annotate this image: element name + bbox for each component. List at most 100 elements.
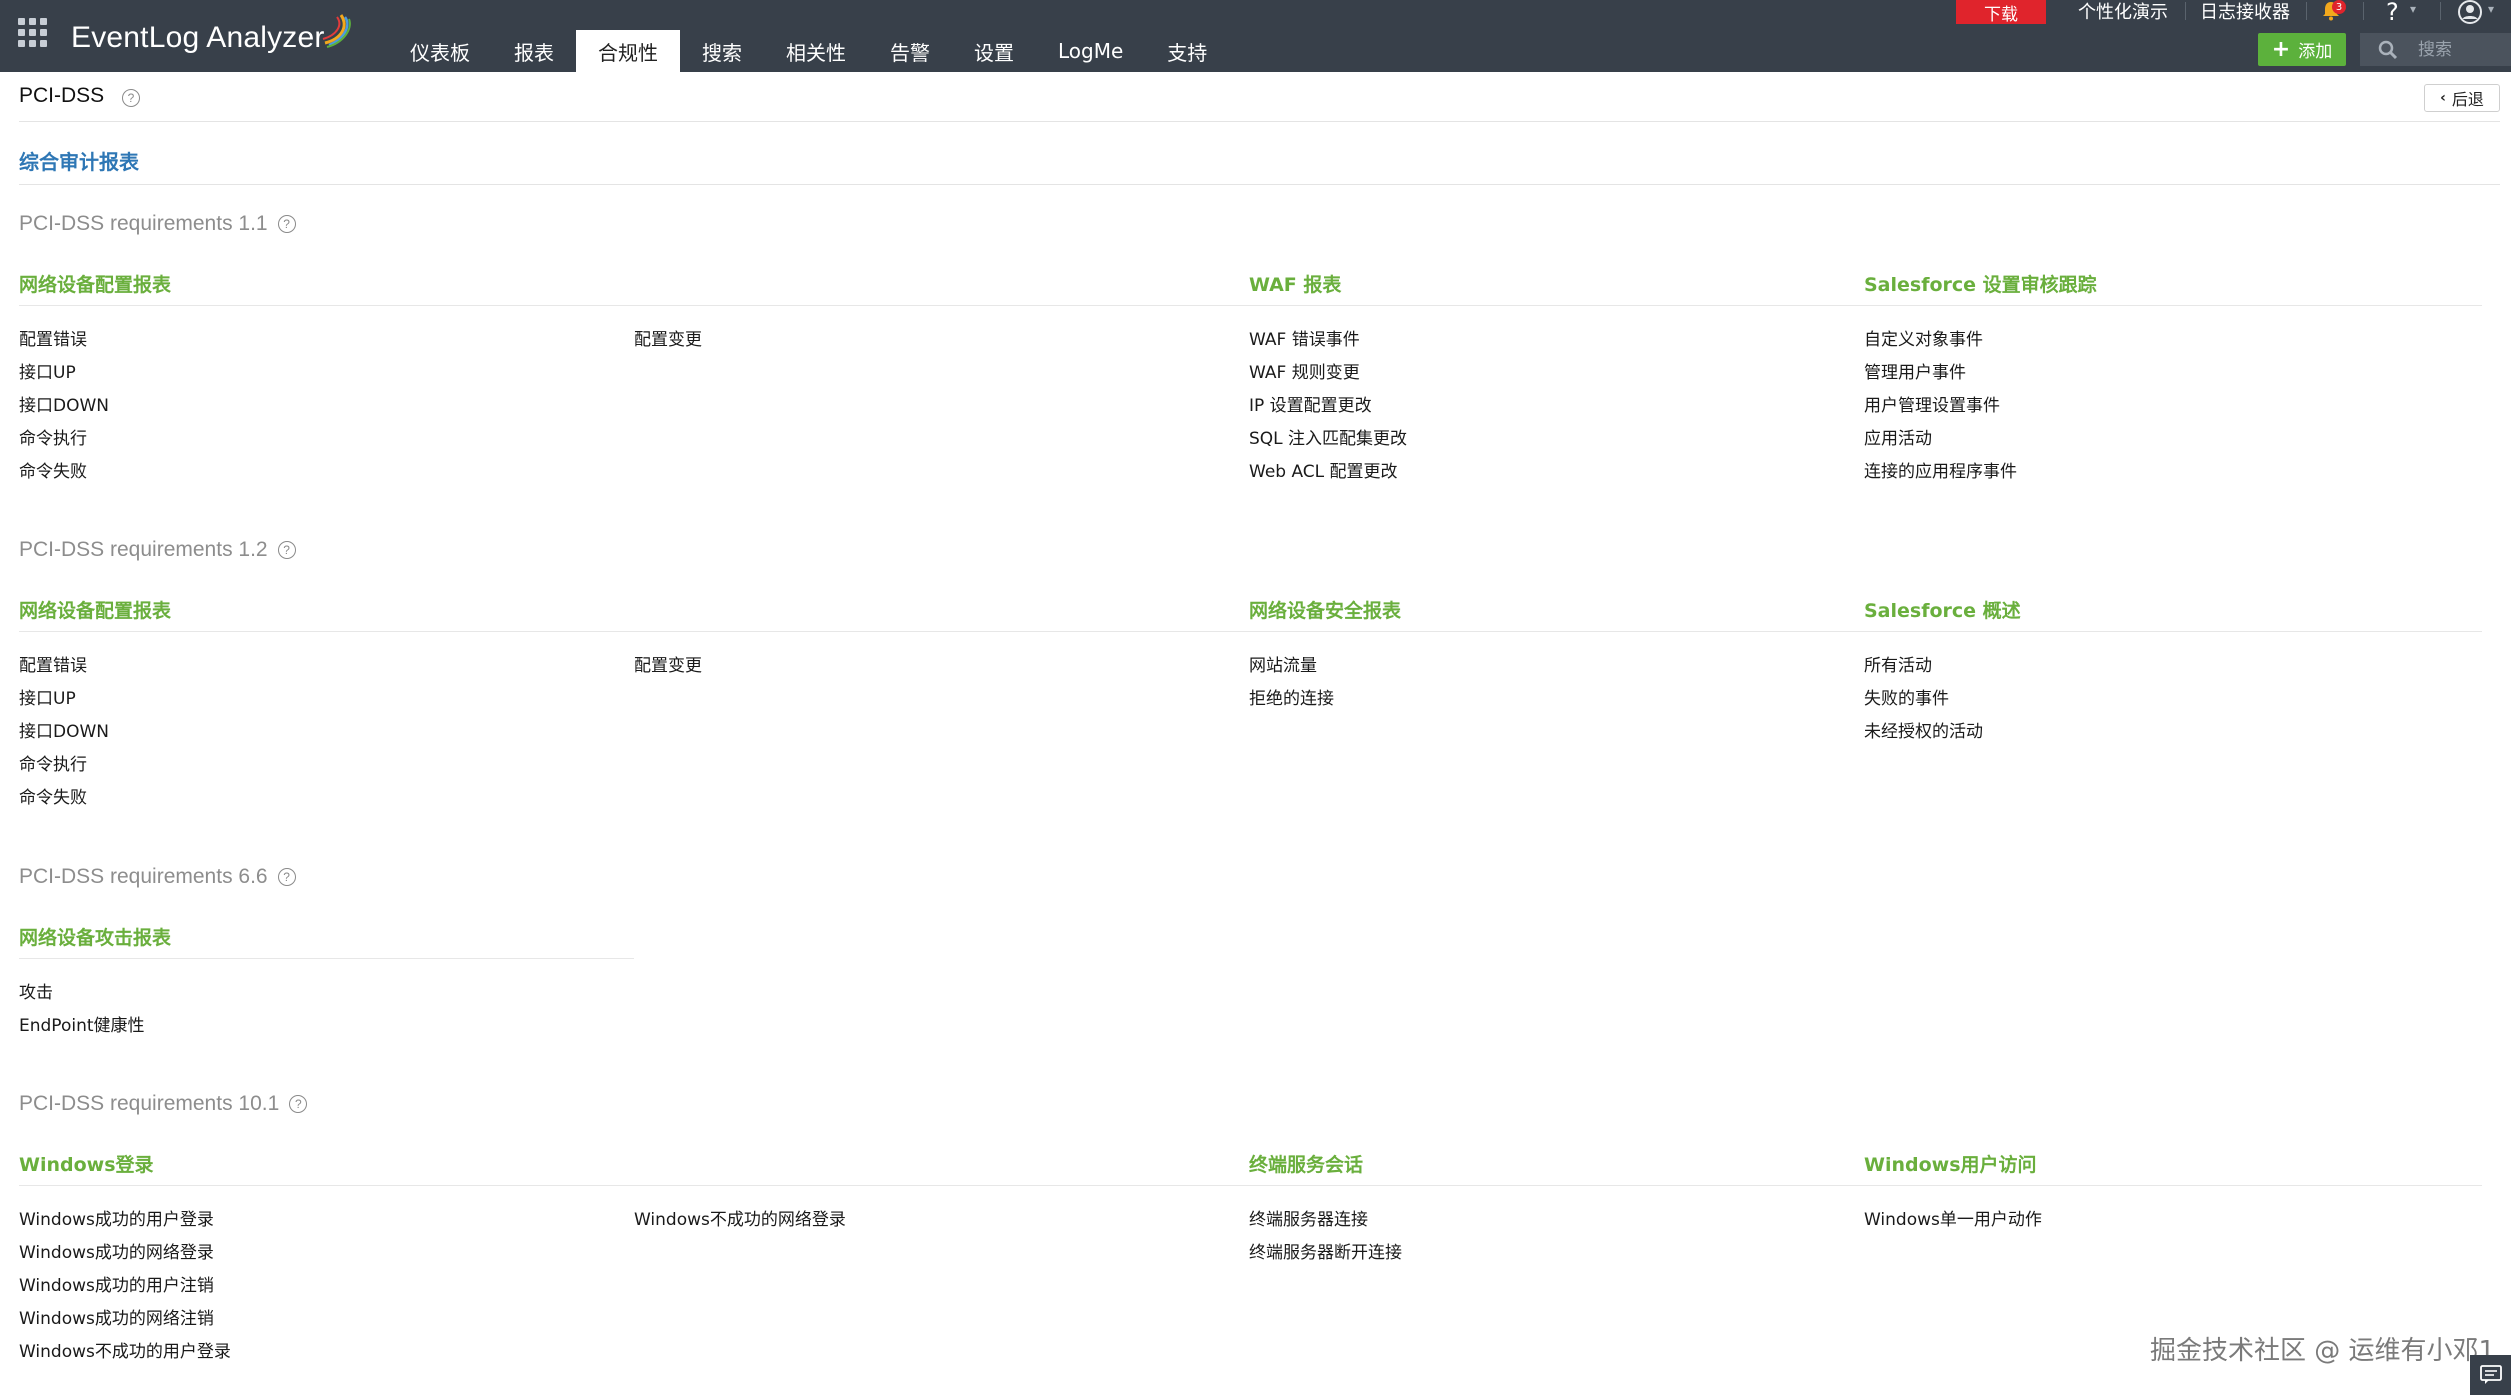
report-group-title[interactable]: 网络设备安全报表 (1249, 596, 1401, 623)
report-link[interactable]: 配置错误 (19, 651, 87, 676)
report-link[interactable]: 配置变更 (634, 651, 702, 676)
nav-tab[interactable]: 告警 (868, 30, 952, 72)
report-link[interactable]: 管理用户事件 (1864, 358, 1966, 383)
report-group-title[interactable]: 网络设备配置报表 (19, 270, 171, 297)
personalize-demo-link[interactable]: 个性化演示 (2078, 0, 2168, 23)
app-logo[interactable]: EventLog Analyzer (71, 14, 353, 58)
download-button[interactable]: 下载 (1956, 0, 2046, 25)
group-divider (19, 958, 634, 959)
watermark: 掘金技术社区 @ 运维有小邓1 (2150, 1336, 2496, 1366)
help-circle-icon[interactable]: ? (277, 215, 296, 233)
report-link[interactable]: 失败的事件 (1864, 684, 1949, 709)
report-group-title[interactable]: Windows用户访问 (1864, 1150, 2037, 1177)
report-link[interactable]: 未经授权的活动 (1864, 717, 1983, 742)
report-link[interactable]: WAF 错误事件 (1249, 325, 1360, 350)
report-group-title[interactable]: Windows登录 (19, 1150, 154, 1177)
report-link[interactable]: 配置变更 (634, 325, 702, 350)
group-divider (1249, 631, 1864, 632)
chat-button[interactable] (2470, 1355, 2511, 1395)
report-link[interactable]: 所有活动 (1864, 651, 1932, 676)
report-link[interactable]: Windows不成功的用户登录 (19, 1337, 231, 1362)
group-divider (19, 305, 1249, 306)
report-link[interactable]: 终端服务器连接 (1249, 1205, 1368, 1230)
summary-report-link[interactable]: 综合审计报表 (19, 146, 139, 175)
help-circle-icon[interactable]: ? (277, 868, 296, 886)
back-button[interactable]: ‹ 后退 (2424, 84, 2500, 112)
group-divider (1864, 305, 2482, 306)
report-link[interactable]: SQL 注入匹配集更改 (1249, 424, 1407, 449)
nav-tab[interactable]: LogMe (1036, 30, 1145, 72)
report-link[interactable]: 命令失败 (19, 783, 87, 808)
nav-tab[interactable]: 支持 (1145, 30, 1229, 72)
report-link[interactable]: 应用活动 (1864, 424, 1932, 449)
report-link[interactable]: 命令执行 (19, 424, 87, 449)
report-link[interactable]: Windows不成功的网络登录 (634, 1205, 846, 1230)
report-link[interactable]: 命令失败 (19, 457, 87, 482)
report-link[interactable]: 拒绝的连接 (1249, 684, 1334, 709)
report-link[interactable]: 攻击 (19, 978, 53, 1003)
report-link[interactable]: Windows成功的网络登录 (19, 1238, 214, 1263)
add-button[interactable]: + 添加 (2258, 33, 2346, 66)
group-divider (1864, 631, 2482, 632)
chevron-left-icon: ‹ (2440, 90, 2446, 106)
help-circle-icon[interactable]: ? (289, 1095, 308, 1113)
report-group-title[interactable]: WAF 报表 (1249, 270, 1341, 297)
report-group-title[interactable]: Salesforce 设置审核跟踪 (1864, 270, 2097, 297)
nav-tab[interactable]: 相关性 (764, 30, 868, 72)
group-divider (19, 631, 1249, 632)
help-icon[interactable]: ? (2386, 0, 2399, 26)
chevron-down-icon[interactable]: ▾ (2410, 2, 2416, 16)
group-divider (19, 1185, 1249, 1186)
chevron-down-icon[interactable]: ▾ (2488, 2, 2494, 16)
report-link[interactable]: 网站流量 (1249, 651, 1317, 676)
report-link[interactable]: WAF 规则变更 (1249, 358, 1360, 383)
requirement-title-text: PCI-DSS requirements 6.6 (19, 865, 268, 888)
report-link[interactable]: 接口UP (19, 358, 76, 383)
separator (2306, 2, 2307, 20)
separator (2440, 2, 2441, 20)
requirement-title-text: PCI-DSS requirements 1.2 (19, 538, 268, 561)
user-avatar-icon[interactable] (2458, 0, 2482, 24)
report-link[interactable]: 接口DOWN (19, 717, 109, 742)
report-group-title[interactable]: Salesforce 概述 (1864, 596, 2021, 623)
report-group-title[interactable]: 终端服务会话 (1249, 1150, 1363, 1177)
nav-tab[interactable]: 设置 (952, 30, 1036, 72)
report-group-title[interactable]: 网络设备配置报表 (19, 596, 171, 623)
nav-tab[interactable]: 报表 (492, 30, 576, 72)
group-divider (1249, 305, 1864, 306)
report-link[interactable]: 配置错误 (19, 325, 87, 350)
back-label: 后退 (2451, 90, 2484, 109)
nav-tab[interactable]: 搜索 (680, 30, 764, 72)
report-link[interactable]: 接口UP (19, 684, 76, 709)
search-input[interactable] (2418, 39, 2508, 60)
report-link[interactable]: 用户管理设置事件 (1864, 391, 2000, 416)
report-link[interactable]: Windows成功的用户注销 (19, 1271, 214, 1296)
requirement-title: PCI-DSS requirements 10.1? (19, 1092, 308, 1116)
apps-grid-icon[interactable] (18, 18, 48, 48)
report-link[interactable]: Windows单一用户动作 (1864, 1205, 2042, 1230)
report-link[interactable]: Windows成功的网络注销 (19, 1304, 214, 1329)
report-link[interactable]: 接口DOWN (19, 391, 109, 416)
chat-icon (2479, 1365, 2502, 1384)
report-link[interactable]: Windows成功的用户登录 (19, 1205, 214, 1230)
report-link[interactable]: Web ACL 配置更改 (1249, 457, 1398, 482)
nav-tab[interactable]: 合规性 (576, 30, 680, 72)
header-divider (19, 121, 2500, 122)
separator (2185, 2, 2186, 20)
requirement-title: PCI-DSS requirements 6.6? (19, 865, 296, 889)
report-link[interactable]: 命令执行 (19, 750, 87, 775)
report-link[interactable]: EndPoint健康性 (19, 1011, 145, 1036)
report-link[interactable]: 连接的应用程序事件 (1864, 457, 2017, 482)
report-link[interactable]: IP 设置配置更改 (1249, 391, 1372, 416)
search-box[interactable] (2360, 33, 2511, 66)
help-circle-icon[interactable]: ? (277, 541, 296, 559)
section-divider (19, 184, 2500, 185)
report-group-title[interactable]: 网络设备攻击报表 (19, 923, 171, 950)
help-circle-icon[interactable]: ? (122, 89, 140, 107)
requirement-title: PCI-DSS requirements 1.2? (19, 538, 296, 562)
nav-tab[interactable]: 仪表板 (388, 30, 492, 72)
log-receiver-link[interactable]: 日志接收器 (2200, 0, 2290, 23)
report-link[interactable]: 终端服务器断开连接 (1249, 1238, 1402, 1263)
requirement-title-text: PCI-DSS requirements 1.1 (19, 212, 268, 235)
report-link[interactable]: 自定义对象事件 (1864, 325, 1983, 350)
